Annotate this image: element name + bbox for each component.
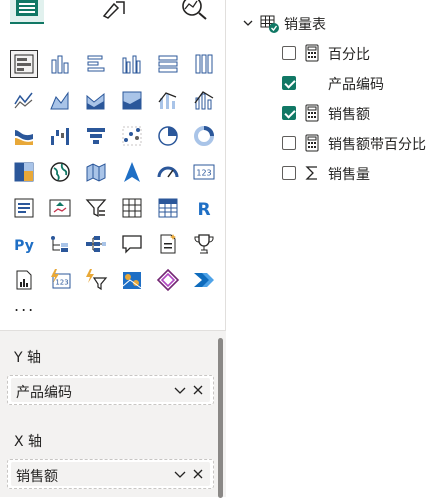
format-visual-tab[interactable] bbox=[100, 0, 130, 22]
azure-map-icon[interactable] bbox=[118, 158, 146, 186]
y-axis-field-name: 产品编码 bbox=[16, 385, 72, 401]
field-item[interactable]: 销售额 bbox=[282, 102, 445, 126]
table-node[interactable]: 销量表 bbox=[242, 12, 442, 36]
table-icon bbox=[260, 15, 279, 33]
waterfall-chart-icon[interactable] bbox=[46, 122, 74, 150]
gauge-icon[interactable] bbox=[154, 158, 182, 186]
power-automate-flow-icon[interactable] bbox=[190, 266, 218, 294]
field-name: 销售额带百分比 bbox=[328, 137, 426, 153]
100-stacked-bar-chart-icon[interactable] bbox=[154, 50, 182, 78]
line-and-clustered-column-icon[interactable] bbox=[190, 86, 218, 114]
clustered-bar-chart-icon[interactable] bbox=[82, 50, 110, 78]
field-item[interactable]: 产品编码 bbox=[282, 72, 445, 96]
line-and-stacked-column-icon[interactable] bbox=[154, 86, 182, 114]
qa-visual-icon[interactable] bbox=[118, 230, 146, 258]
svg-text:Py: Py bbox=[14, 238, 34, 254]
analytics-tab[interactable] bbox=[178, 0, 212, 22]
build-visual-icon bbox=[16, 0, 38, 16]
chevron-down-icon[interactable] bbox=[172, 382, 188, 398]
x-axis-label: X 轴 bbox=[14, 434, 43, 450]
x-axis-field-chip[interactable]: 销售额 bbox=[11, 462, 210, 486]
wells-scrollbar[interactable] bbox=[218, 338, 223, 498]
funnel-chart-icon[interactable] bbox=[82, 122, 110, 150]
calculator-icon bbox=[305, 44, 319, 62]
scatter-chart-icon[interactable] bbox=[118, 122, 146, 150]
slicer-icon[interactable] bbox=[82, 194, 110, 222]
stacked-column-chart-icon[interactable] bbox=[46, 50, 74, 78]
paintbrush-icon bbox=[102, 1, 125, 19]
svg-text:123: 123 bbox=[55, 279, 68, 287]
field-checkbox[interactable] bbox=[282, 106, 296, 120]
magnifier-chart-icon bbox=[182, 0, 207, 20]
chevron-down-icon[interactable] bbox=[172, 466, 188, 482]
treemap-icon[interactable] bbox=[10, 158, 38, 186]
field-item[interactable]: 百分比 bbox=[282, 42, 445, 66]
close-icon[interactable] bbox=[190, 466, 206, 482]
field-checkbox[interactable] bbox=[282, 76, 296, 90]
power-apps-icon[interactable] bbox=[154, 266, 182, 294]
pane-tab-bar bbox=[0, 0, 226, 30]
field-item[interactable]: 销售量 bbox=[282, 162, 445, 186]
100-stacked-column-chart-icon[interactable] bbox=[190, 50, 218, 78]
field-wells: Y 轴 产品编码 X 轴 销售额 bbox=[0, 331, 226, 497]
field-name: 销售量 bbox=[328, 167, 370, 183]
multi-row-card-icon[interactable] bbox=[10, 194, 38, 222]
svg-text:123: 123 bbox=[196, 169, 211, 178]
matrix-icon[interactable] bbox=[154, 194, 182, 222]
svg-text:R: R bbox=[197, 200, 210, 220]
arcgis-map-icon[interactable] bbox=[118, 266, 146, 294]
area-chart-icon[interactable] bbox=[46, 86, 74, 114]
filled-map-icon[interactable] bbox=[82, 158, 110, 186]
sigma-icon bbox=[305, 166, 317, 180]
chevron-down-icon[interactable] bbox=[242, 17, 254, 29]
y-axis-label: Y 轴 bbox=[14, 350, 42, 366]
build-visual-tab[interactable] bbox=[10, 0, 44, 24]
decomposition-tree-icon[interactable] bbox=[82, 230, 110, 258]
visualizations-pane: 123 R Py 123 ... Y 轴 产品编码 X 轴 销售额 bbox=[0, 0, 226, 498]
stacked-area-chart-icon[interactable] bbox=[82, 86, 110, 114]
power-automate-icon[interactable] bbox=[82, 266, 110, 294]
y-axis-field-chip[interactable]: 产品编码 bbox=[11, 378, 210, 402]
more-visuals-button[interactable]: ... bbox=[14, 296, 35, 315]
map-globe-icon[interactable] bbox=[46, 158, 74, 186]
paginated-report-icon[interactable] bbox=[10, 266, 38, 294]
x-axis-well[interactable]: 销售额 bbox=[7, 459, 214, 489]
field-name: 产品编码 bbox=[328, 77, 384, 93]
python-visual-icon[interactable]: Py bbox=[10, 230, 38, 258]
field-checkbox[interactable] bbox=[282, 46, 296, 60]
field-name: 百分比 bbox=[328, 47, 370, 63]
table-name: 销量表 bbox=[284, 17, 326, 33]
x-axis-field-name: 销售额 bbox=[16, 469, 58, 485]
card-icon[interactable]: 123 bbox=[190, 158, 218, 186]
power-apps-card-icon[interactable]: 123 bbox=[46, 266, 74, 294]
field-name: 销售额 bbox=[328, 107, 370, 123]
calculator-icon bbox=[305, 104, 319, 122]
table-icon[interactable] bbox=[118, 194, 146, 222]
field-checkbox[interactable] bbox=[282, 166, 296, 180]
ribbon-chart-icon[interactable] bbox=[10, 122, 38, 150]
y-axis-well[interactable]: 产品编码 bbox=[7, 375, 214, 405]
stacked-bar-chart-icon[interactable] bbox=[10, 50, 38, 78]
line-chart-icon[interactable] bbox=[10, 86, 38, 114]
r-script-visual-icon[interactable]: R bbox=[190, 194, 218, 222]
kpi-icon[interactable] bbox=[46, 194, 74, 222]
field-checkbox[interactable] bbox=[282, 136, 296, 150]
smart-narrative-icon[interactable] bbox=[154, 230, 182, 258]
donut-chart-icon[interactable] bbox=[190, 122, 218, 150]
data-pane: 销量表 百分比 产品编码 销售额 销售额带百分比 销售量 bbox=[226, 0, 445, 497]
key-influencers-icon[interactable] bbox=[46, 230, 74, 258]
trophy-goals-icon[interactable] bbox=[190, 230, 218, 258]
clustered-column-chart-icon[interactable] bbox=[118, 50, 146, 78]
calculator-icon bbox=[305, 134, 319, 152]
close-icon[interactable] bbox=[190, 382, 206, 398]
pie-chart-icon[interactable] bbox=[154, 122, 182, 150]
field-item[interactable]: 销售额带百分比 bbox=[282, 132, 445, 156]
100-stacked-area-chart-icon[interactable] bbox=[118, 86, 146, 114]
